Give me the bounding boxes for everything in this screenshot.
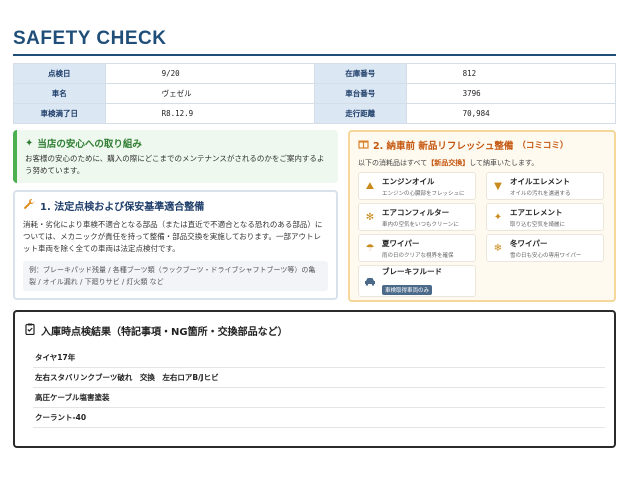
refresh-item-name: 夏ワイパー xyxy=(382,238,420,248)
refresh-intro: 以下の消耗品はすべて【新品交換】して納車いたします。 xyxy=(358,158,606,168)
table-row: 車検満了日 R8.12.9 走行距離 70,984 xyxy=(13,103,617,124)
rain-icon: ☂ xyxy=(365,242,375,254)
legal-inspection-card: 1. 法定点検および保安基準適合整備 消耗・劣化により車検不適合となる部品（また… xyxy=(13,190,338,300)
refresh-item-desc: 雨の日のクリアな視界を確保 xyxy=(382,252,454,259)
car-icon xyxy=(363,274,377,288)
refresh-item-desc: 取り込む空気を綺麗に xyxy=(510,221,566,228)
inspection-result-row: クーラント-40 xyxy=(33,408,605,428)
inspection-result-row: タイヤ17年 xyxy=(33,348,605,368)
inspection-result-heading: 入庫時点検結果（特記事項・NG箇所・交換部品など） xyxy=(25,323,288,338)
inspection-expiry-label: 車検満了日 xyxy=(13,103,106,124)
inspection-result-row: 高圧ケーブル塩害塗装 xyxy=(33,388,605,408)
inspection-result-title: 入庫時点検結果（特記事項・NG箇所・交換部品など） xyxy=(41,327,288,338)
refresh-item-desc: 車内の空気をいつもクリーンに xyxy=(382,221,459,228)
refresh-item-desc: 雪の日も安心の専用ワイパー xyxy=(510,252,582,259)
inspection-result-card: 入庫時点検結果（特記事項・NG箇所・交換部品など） タイヤ17年 左右スタバリン… xyxy=(13,310,616,448)
clipboard-check-icon xyxy=(25,323,35,338)
table-row: 点検日 9/20 在庫番号 812 xyxy=(13,63,617,84)
element-icon: ✦ xyxy=(493,211,503,223)
refresh-item-desc: オイルの汚れを濾過する xyxy=(510,190,571,197)
mileage-value: 70,984 xyxy=(405,103,617,124)
chassis-number-value: 3796 xyxy=(405,83,617,104)
gift-icon xyxy=(358,138,369,152)
inspection-expiry-value: R8.12.9 xyxy=(104,103,316,124)
stock-number-label: 在庫番号 xyxy=(314,63,407,84)
legal-inspection-example: 例：ブレーキパッド残量 / 各種ブーツ類（ラックブーツ・ドライブシャフトブーツ等… xyxy=(23,261,328,291)
store-commitment-card: ✦ 当店の安心への取り組み お客様の安心のために、購入の際にどこまでのメンテナン… xyxy=(13,130,338,183)
oil-can-icon: ⛰ xyxy=(365,180,375,192)
fan-icon: ✻ xyxy=(365,211,375,223)
refresh-intro-pre: 以下の消耗品はすべて xyxy=(358,159,428,167)
page-title: SAFETY CHECK xyxy=(13,28,167,49)
inspection-date-value: 9/20 xyxy=(104,63,316,84)
refresh-item-name: エアエレメント xyxy=(510,207,563,217)
refresh-item-summer-wiper: ☂ 夏ワイパー雨の日のクリアな視界を確保 xyxy=(358,234,476,262)
table-row: 車名 ヴェゼル 車台番号 3796 xyxy=(13,83,617,104)
store-commitment-title: 当店の安心への取り組み xyxy=(37,139,142,150)
mileage-label: 走行距離 xyxy=(314,103,407,124)
store-commitment-heading: ✦ 当店の安心への取り組み xyxy=(25,136,330,151)
refresh-item-winter-wiper: ❄ 冬ワイパー雪の日も安心の専用ワイパー xyxy=(486,234,604,262)
refresh-item-name: エンジンオイル xyxy=(382,176,435,186)
refresh-item-name: 冬ワイパー xyxy=(510,238,548,248)
refresh-item-brake-fluid: ブレーキフルード 車検取得車両のみ xyxy=(358,265,476,297)
refresh-intro-emphasis: 【新品交換】 xyxy=(427,159,470,167)
stock-number-value: 812 xyxy=(405,63,617,84)
store-commitment-text: お客様の安心のために、購入の際にどこまでのメンテナンスがされるのかをご案内するよ… xyxy=(25,154,325,175)
handshake-icon: ✦ xyxy=(25,137,34,149)
refresh-heading: 2. 納車前 新品リフレッシュ整備 （コミコミ） xyxy=(358,138,606,152)
legal-inspection-text: 消耗・劣化により車検不適合となる部品（または直近で不適合となる恐れのある部品）に… xyxy=(23,220,323,253)
refresh-title-note: （コミコミ） xyxy=(517,141,569,151)
refresh-title: 2. 納車前 新品リフレッシュ整備 xyxy=(373,141,514,152)
inspection-date-label: 点検日 xyxy=(13,63,106,84)
filter-icon: ▼ xyxy=(494,180,502,192)
refresh-item-engine-oil: ⛰ エンジンオイルエンジンの心臓部をフレッシュに xyxy=(358,172,476,200)
inspection-only-badge: 車検取得車両のみ xyxy=(382,285,433,295)
car-name-label: 車名 xyxy=(13,83,106,104)
legal-inspection-title: 1. 法定点検および保安基準適合整備 xyxy=(40,202,205,213)
refresh-item-ac-filter: ✻ エアコンフィルター車内の空気をいつもクリーンに xyxy=(358,203,476,231)
inspection-result-row: 左右スタバリンクブーツ破れ 交換 左右ロアB/Jヒビ xyxy=(33,368,605,388)
snowflake-icon: ❄ xyxy=(493,242,503,254)
title-divider xyxy=(13,54,616,56)
refresh-item-oil-element: ▼ オイルエレメント オイルの汚れを濾過する xyxy=(486,172,604,200)
legal-inspection-heading: 1. 法定点検および保安基準適合整備 xyxy=(23,198,328,213)
refresh-item-name: ブレーキフルード xyxy=(382,267,442,276)
vehicle-info-table: 点検日 9/20 在庫番号 812 車名 ヴェゼル 車台番号 3796 車検満了… xyxy=(13,63,617,124)
chassis-number-label: 車台番号 xyxy=(314,83,407,104)
refresh-intro-post: して納車いたします。 xyxy=(469,159,539,167)
refresh-item-name: オイルエレメント xyxy=(510,176,570,186)
refresh-item-desc: エンジンの心臓部をフレッシュに xyxy=(382,190,465,197)
wrench-icon xyxy=(23,198,35,213)
car-name-value: ヴェゼル xyxy=(104,83,316,104)
refresh-item-name: エアコンフィルター xyxy=(382,207,450,217)
refresh-item-air-element: ✦ エアエレメント 取り込む空気を綺麗に xyxy=(486,203,604,231)
